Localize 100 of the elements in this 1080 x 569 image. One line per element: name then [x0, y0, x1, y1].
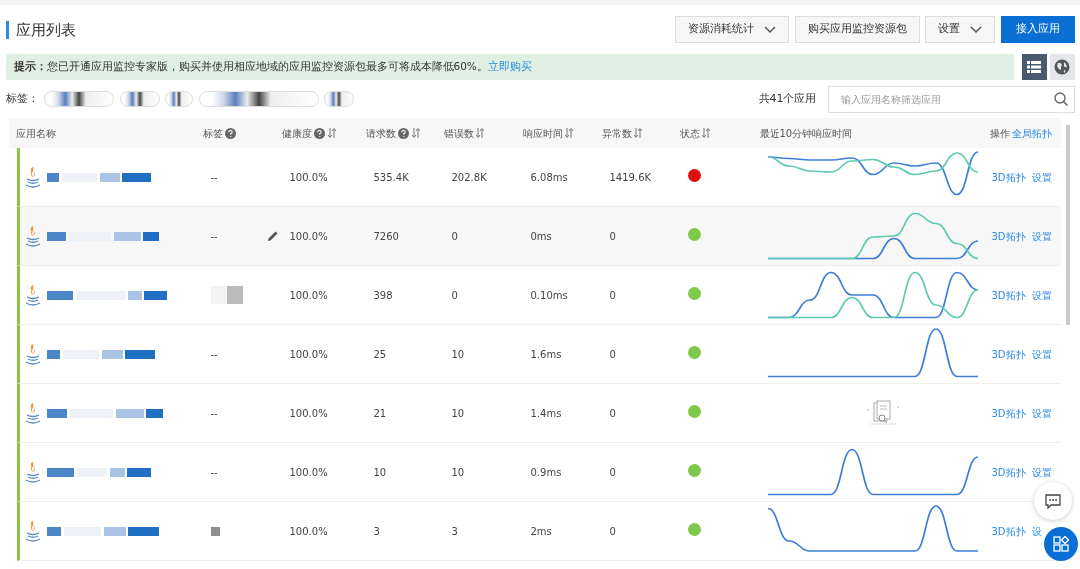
caret-icon [970, 25, 982, 34]
column-header: 应用名称 [15, 126, 56, 141]
caret-icon [764, 25, 776, 34]
sort-icon[interactable] [634, 128, 643, 138]
action-link[interactable]: 设置 [1031, 287, 1052, 303]
table-cell: 398 [373, 289, 393, 301]
action-link[interactable]: 3D拓扑 [991, 169, 1026, 185]
redacted-name[interactable] [47, 172, 152, 182]
scrollbar[interactable] [1066, 125, 1070, 325]
tag-chip[interactable] [44, 91, 114, 107]
table-cell: 0.10ms [530, 289, 568, 301]
help-icon[interactable] [225, 127, 237, 139]
redacted-name[interactable] [47, 349, 156, 359]
global-topology-link[interactable]: 全局拓扑 [1012, 125, 1053, 141]
table-row[interactable]: -- 100.0% 7260 0 0ms 0 3D拓扑 设置 [16, 207, 1061, 266]
chat-button[interactable] [1034, 482, 1072, 520]
table-cell: 10 [373, 466, 387, 478]
table-cell: 21 [373, 407, 387, 419]
table-cell: 1.6ms [530, 348, 562, 360]
chat-icon [1045, 493, 1061, 509]
sort-icon[interactable] [565, 128, 574, 138]
table-cell: 100.0% [289, 525, 328, 537]
table-cell: 0 [609, 230, 616, 242]
apps-floating-menu[interactable] [1044, 527, 1078, 561]
help-icon[interactable] [398, 127, 410, 139]
add-app-button[interactable]: 接入应用 [1000, 16, 1075, 43]
java-cup-icon [23, 165, 42, 189]
purchase-button[interactable]: 购买应用监控资源包 [794, 16, 920, 43]
sort-icon[interactable] [476, 128, 485, 138]
table-cell: 0 [451, 289, 458, 301]
action-link[interactable]: 设 [1031, 523, 1042, 539]
table-cell: 100.0% [289, 348, 328, 360]
redacted-name[interactable] [47, 231, 160, 241]
tag-chip[interactable] [119, 91, 160, 107]
java-cup-icon [23, 519, 42, 543]
table-cell: 0 [451, 230, 458, 242]
table-row[interactable]: -- 100.0% 21 10 1.4ms 0 3D拓扑 设置 [16, 384, 1061, 443]
redacted-name[interactable] [47, 467, 152, 477]
table-cell: 0.9ms [530, 466, 562, 478]
action-link[interactable]: 3D拓扑 [991, 346, 1026, 362]
action-link[interactable]: 设置 [1031, 405, 1052, 421]
action-link[interactable]: 设置 [1031, 464, 1052, 480]
apps-icon [1053, 536, 1069, 552]
table-cell: 10 [451, 348, 465, 360]
help-icon[interactable] [314, 127, 326, 139]
action-link[interactable]: 3D拓扑 [991, 228, 1026, 244]
table-cell: 100.0% [289, 289, 328, 301]
tag-value: -- [210, 406, 218, 421]
table-cell: 10 [451, 466, 465, 478]
redacted-name[interactable] [47, 290, 168, 300]
tag-filter-label: 标签： [5, 90, 39, 107]
action-link[interactable]: 3D拓扑 [991, 287, 1026, 303]
table-cell: 3 [451, 525, 458, 537]
list-view-button[interactable] [1021, 54, 1047, 80]
table-cell: 100.0% [289, 171, 328, 183]
column-header[interactable]: 健康度 [281, 125, 312, 141]
list-icon [1027, 61, 1042, 73]
dropdown-button[interactable]: 设置 [925, 16, 995, 43]
notice-text: 提示：您已开通应用监控专家版，购买并使用相应地域的应用监控资源包最多可将成本降低60%。 [13, 59, 488, 75]
action-link[interactable]: 3D拓扑 [991, 464, 1026, 480]
action-link[interactable]: 设置 [1031, 346, 1052, 362]
action-link[interactable]: 设置 [1031, 228, 1052, 244]
action-link[interactable]: 设置 [1031, 169, 1052, 185]
table-cell: 1419.6K [609, 171, 652, 183]
tag-square [210, 526, 220, 536]
page-title: 应用列表 [5, 20, 76, 39]
table-cell: 100.0% [289, 466, 328, 478]
tag-chip[interactable] [165, 91, 193, 107]
table-cell: 25 [373, 348, 387, 360]
table-row[interactable]: -- 100.0% 25 10 1.6ms 0 3D拓扑 设置 [16, 325, 1061, 384]
column-header[interactable]: 错误数 [443, 125, 474, 141]
redacted-name[interactable] [47, 526, 160, 536]
tag-value: -- [210, 465, 218, 480]
column-header[interactable]: 状态 [679, 125, 700, 141]
dropdown-button[interactable]: 资源消耗统计 [675, 16, 789, 43]
pencil-icon[interactable] [266, 230, 279, 242]
java-cup-icon [23, 283, 42, 307]
search-field[interactable]: 输入应用名称筛选应用 [827, 85, 1075, 113]
search-icon[interactable] [1053, 91, 1068, 106]
sort-icon[interactable] [702, 128, 711, 138]
column-header[interactable]: 请求数 [365, 125, 396, 141]
column-header: 最近10分钟响应时间 [759, 126, 853, 141]
table-cell: 2ms [530, 525, 552, 537]
table-cell: 10 [451, 407, 465, 419]
app-count: 共41个应用 [758, 90, 817, 107]
globe-view-button[interactable] [1049, 54, 1075, 80]
table-row[interactable]: 100.0% 398 0 0.10ms 0 3D拓扑 设置 [16, 266, 1061, 325]
tag-chip[interactable] [198, 91, 319, 107]
sort-icon[interactable] [412, 128, 420, 138]
tag-value: -- [210, 170, 218, 185]
java-cup-icon [23, 401, 42, 425]
redacted-name[interactable] [47, 408, 164, 418]
column-header[interactable]: 异常数 [601, 125, 632, 141]
buy-now-link[interactable]: 立即购买 [487, 59, 532, 75]
sort-icon[interactable] [328, 128, 336, 138]
column-header: 操作 [989, 126, 1010, 141]
action-link[interactable]: 3D拓扑 [991, 523, 1026, 539]
action-link[interactable]: 3D拓扑 [991, 405, 1026, 421]
tag-chip[interactable] [324, 91, 354, 107]
column-header[interactable]: 响应时间 [522, 125, 563, 141]
